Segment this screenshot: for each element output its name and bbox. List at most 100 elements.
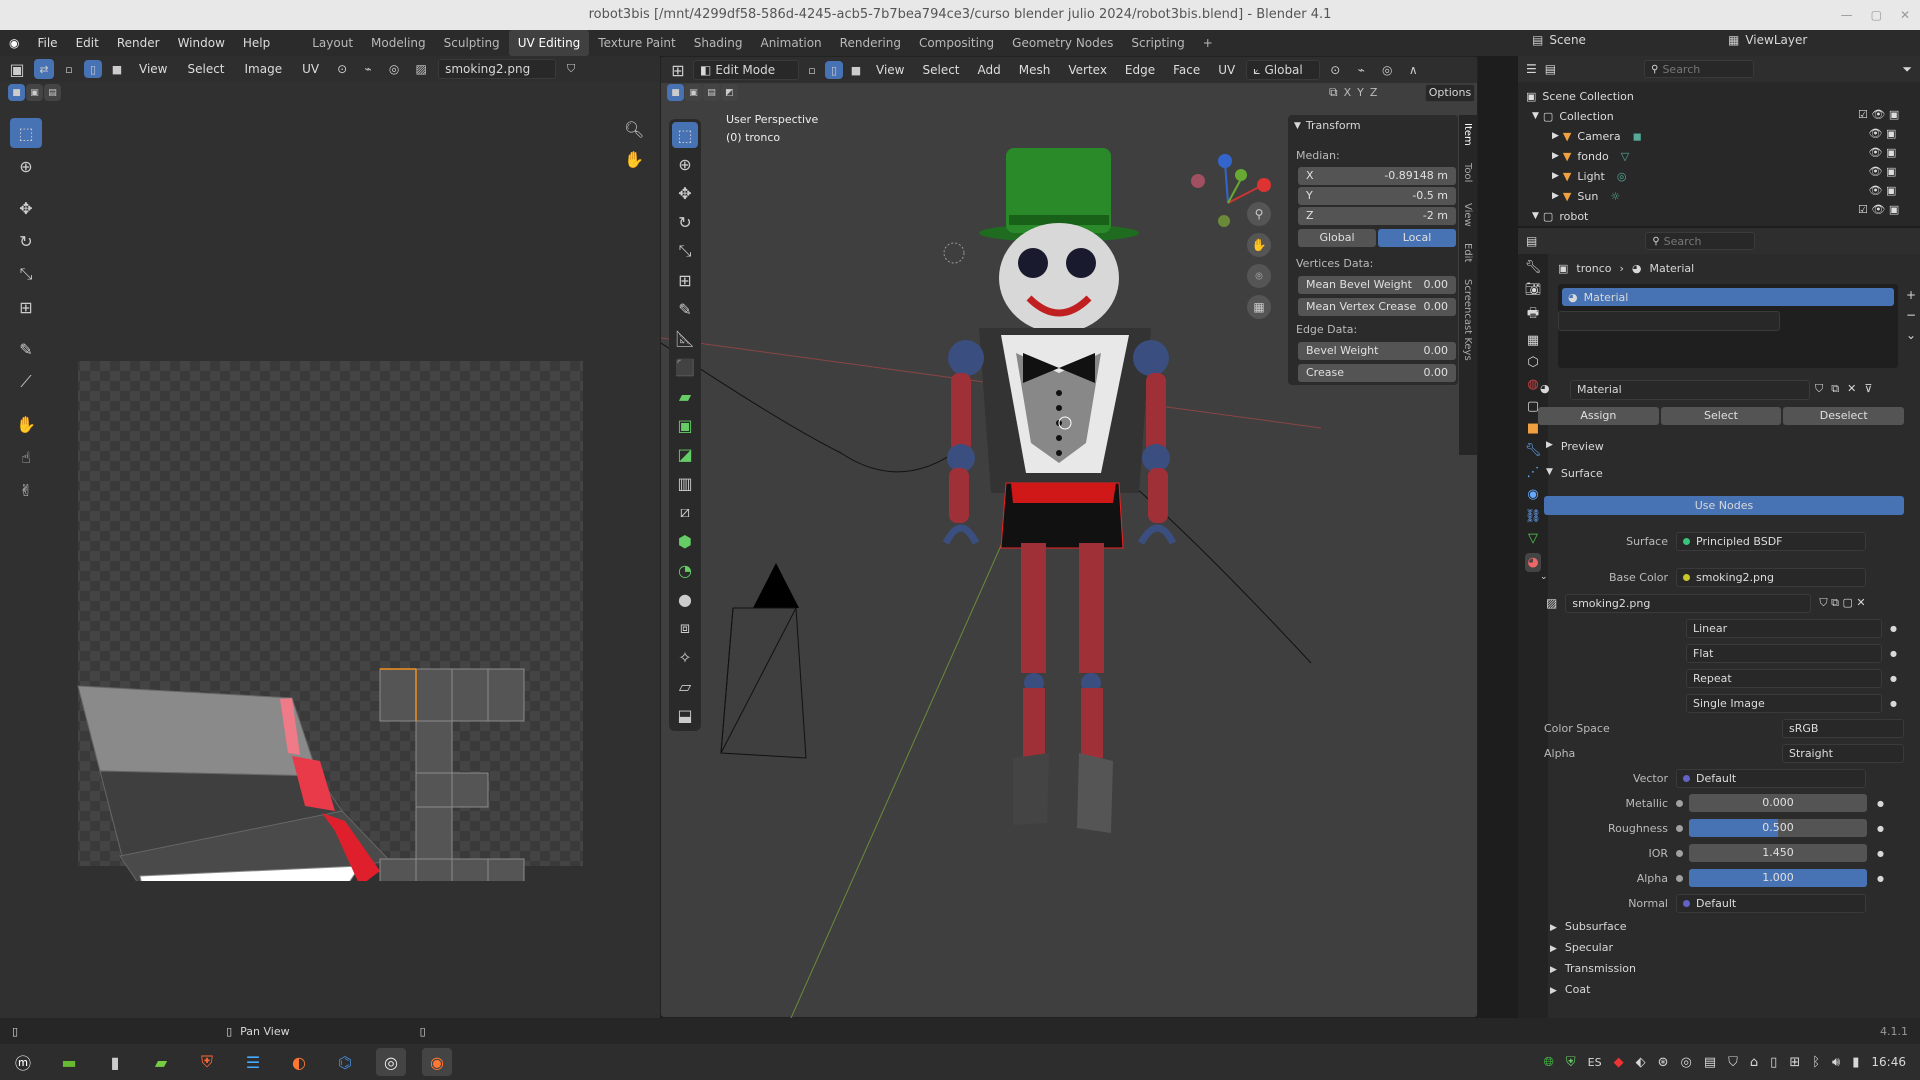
gizmo-neg-y-icon[interactable]: [1218, 215, 1230, 227]
show-desktop-icon[interactable]: ▬: [54, 1048, 84, 1076]
shield-icon[interactable]: ⛉: [1728, 1055, 1738, 1070]
annotate-icon[interactable]: ✎: [10, 334, 42, 364]
vp-select-invert-icon[interactable]: ◩: [721, 84, 738, 101]
keyframe-dot-icon[interactable]: ●: [1877, 849, 1884, 858]
tab-modeling[interactable]: Modeling: [362, 30, 435, 56]
vp-vertex-select-icon[interactable]: ▫: [803, 57, 821, 83]
pivot-point-icon[interactable]: ⊙: [1324, 57, 1346, 83]
metallic-slider[interactable]: 0.000: [1689, 794, 1867, 812]
menu-render[interactable]: Render: [108, 30, 169, 56]
material-tab-icon[interactable]: ◕: [1525, 553, 1541, 572]
brave-icon[interactable]: ⛨: [192, 1048, 222, 1076]
interpolation-dropdown[interactable]: Linear: [1686, 618, 1882, 638]
network-globe-icon[interactable]: 🌐︎: [1543, 1055, 1553, 1070]
blender-logo-icon[interactable]: ◉: [0, 30, 28, 56]
select-subtract-icon[interactable]: ▤: [44, 84, 61, 101]
blender-taskbar-icon[interactable]: ◉: [422, 1048, 452, 1076]
smooth-icon[interactable]: ●: [672, 586, 698, 612]
loop-cut-icon[interactable]: ▥: [672, 470, 698, 496]
duplicate-icon[interactable]: ⧉: [1831, 382, 1839, 396]
color-space-dropdown[interactable]: sRGB: [1782, 718, 1904, 738]
keyboard-layout[interactable]: ES: [1588, 1056, 1602, 1069]
surface-section[interactable]: ▼ Surface: [1546, 467, 1603, 480]
tab-item[interactable]: Item: [1462, 123, 1473, 146]
tab-sculpting[interactable]: Sculpting: [435, 30, 509, 56]
rotate-icon[interactable]: ↻: [10, 226, 42, 256]
edge-slide-icon[interactable]: ⧈: [672, 615, 698, 641]
specular-section[interactable]: ▶ Specular: [1550, 941, 1636, 954]
preview-section[interactable]: ▶ Preview: [1546, 440, 1604, 453]
orientation-selector[interactable]: ⟀ Global: [1246, 60, 1321, 80]
viewport-editor-type-icon[interactable]: ⊞: [667, 57, 689, 83]
tab-compositing[interactable]: Compositing: [910, 30, 1003, 56]
vp-select-new-icon[interactable]: ■: [667, 84, 684, 101]
hand-pan-icon[interactable]: ✋: [624, 150, 644, 169]
rip-region-icon[interactable]: ⬓: [672, 702, 698, 728]
image-datablock-icons[interactable]: ⛉ ⧉ ▢ ✕: [1819, 596, 1865, 610]
outliner-search[interactable]: ⚲ Search: [1644, 60, 1755, 78]
gizmo-x-icon[interactable]: [1257, 178, 1271, 192]
vp-scale-icon[interactable]: ⤡: [672, 238, 698, 264]
chevron-right-icon[interactable]: ▶: [1552, 151, 1559, 161]
keyframe-dot-icon[interactable]: ●: [1890, 674, 1897, 683]
relax-icon[interactable]: ☝: [10, 442, 42, 472]
normal-field[interactable]: Default: [1676, 893, 1866, 913]
vp-edge-select-icon[interactable]: ▯: [825, 61, 843, 79]
vp-select-subtract-icon[interactable]: ▤: [703, 84, 720, 101]
axis-z-toggle[interactable]: Z: [1370, 86, 1378, 99]
data-tab-icon[interactable]: ▽: [1528, 531, 1538, 546]
physics-tab-icon[interactable]: ◉: [1527, 487, 1538, 502]
zoom-icon[interactable]: 🔍︎: [624, 120, 644, 139]
tab-texture-paint[interactable]: Texture Paint: [589, 30, 684, 56]
edge-select-icon[interactable]: ▯: [84, 60, 102, 78]
axis-x-toggle[interactable]: X: [1344, 86, 1352, 99]
shear-icon[interactable]: ▱: [672, 673, 698, 699]
vp-rotate-icon[interactable]: ↻: [672, 209, 698, 235]
falloff-icon[interactable]: ∧: [1402, 57, 1424, 83]
vp-select-box-icon[interactable]: ⬚: [672, 122, 698, 148]
tab-rendering[interactable]: Rendering: [831, 30, 910, 56]
text-editor-icon[interactable]: ☰: [238, 1048, 268, 1076]
battery-icon[interactable]: ▮: [1852, 1055, 1859, 1070]
view-layer-selector[interactable]: ▦ ViewLayer: [1728, 33, 1807, 47]
local-toggle[interactable]: Local: [1378, 229, 1456, 247]
uv-image-name-field[interactable]: smoking2.png: [438, 59, 557, 79]
world-tab-icon[interactable]: ◍: [1527, 377, 1538, 392]
fake-user-icon[interactable]: ⛉: [562, 56, 580, 82]
link-mode-icon[interactable]: ⊽: [1864, 382, 1872, 396]
vp-menu-uv[interactable]: UV: [1211, 57, 1242, 83]
face-select-icon[interactable]: ■: [108, 56, 126, 82]
chevron-right-icon[interactable]: ▶: [1552, 131, 1559, 141]
scene-tab-icon[interactable]: ⬡: [1527, 355, 1538, 370]
modifiers-tab-icon[interactable]: 🔧︎: [1525, 443, 1542, 458]
outliner-row-fondo[interactable]: ▶ ▼ fondo ▽: [1552, 146, 1629, 166]
add-cube-icon[interactable]: ⬛: [672, 354, 698, 380]
move-icon[interactable]: ✥: [10, 193, 42, 223]
cursor-icon[interactable]: ⊕: [10, 151, 42, 181]
image-browse-icon[interactable]: ▨: [410, 56, 432, 82]
gizmo-neg-x-icon[interactable]: [1191, 174, 1205, 188]
inset-icon[interactable]: ▣: [672, 412, 698, 438]
tool-tab-icon[interactable]: 🔧︎: [1525, 260, 1542, 275]
tab-shading[interactable]: Shading: [685, 30, 752, 56]
axis-y-toggle[interactable]: Y: [1357, 86, 1364, 99]
material-slot-row[interactable]: ◕ Material: [1562, 288, 1894, 306]
outliner-row-camera[interactable]: ▶ ▼ Camera ◼: [1552, 126, 1642, 146]
tab-edit[interactable]: Edit: [1462, 243, 1473, 262]
crease-field[interactable]: Crease 0.00: [1298, 364, 1456, 382]
dropbox-icon[interactable]: ⬖: [1636, 1055, 1646, 1070]
outliner-row-robot[interactable]: ▼ ▢ robot: [1532, 206, 1588, 226]
uv-menu-image[interactable]: Image: [238, 56, 290, 82]
constraints-tab-icon[interactable]: ⛓︎: [1525, 509, 1542, 524]
python-icon[interactable]: ⌬: [330, 1048, 360, 1076]
close-icon[interactable]: ✕: [1900, 8, 1910, 22]
tab-tool[interactable]: Tool: [1462, 163, 1473, 182]
maximize-icon[interactable]: ▢: [1871, 8, 1882, 22]
notification-icon[interactable]: ⌂: [1750, 1055, 1758, 1070]
alpha-slider[interactable]: 1.000: [1689, 869, 1867, 887]
vp-menu-face[interactable]: Face: [1166, 57, 1207, 83]
vp-ortho-toggle-icon[interactable]: ▦: [1247, 295, 1271, 319]
sync-icon[interactable]: ⊛: [1658, 1055, 1669, 1070]
options-dropdown[interactable]: Options: [1425, 84, 1475, 102]
vector-field[interactable]: Default: [1676, 768, 1866, 788]
